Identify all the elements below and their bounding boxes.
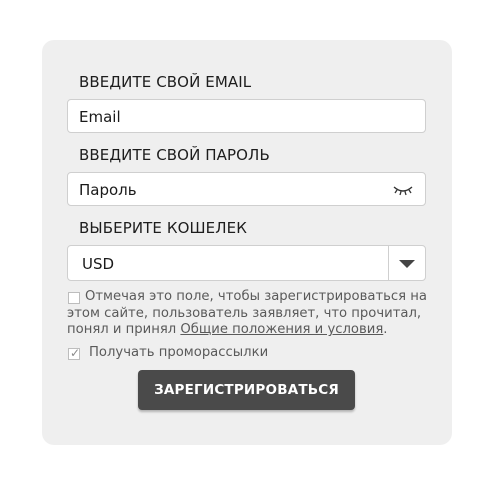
- password-field[interactable]: Пароль: [67, 172, 426, 206]
- email-placeholder: Email: [79, 108, 121, 126]
- email-label: ВВЕДИТЕ СВОЙ EMAIL: [79, 73, 252, 91]
- terms-text: Отмечая это поле, чтобы зарегистрировать…: [67, 289, 437, 339]
- terms-link[interactable]: Общие положения и условия: [180, 322, 383, 337]
- register-button[interactable]: ЗАРЕГИСТРИРОВАТЬСЯ: [138, 370, 355, 410]
- eye-closed-icon[interactable]: [393, 183, 413, 197]
- chevron-down-icon[interactable]: [399, 260, 415, 268]
- wallet-select[interactable]: USD: [67, 245, 426, 281]
- password-placeholder: Пароль: [79, 181, 137, 199]
- wallet-label: ВЫБЕРИТЕ КОШЕЛЕК: [79, 219, 247, 237]
- promo-checkbox[interactable]: ✓: [68, 346, 81, 360]
- promo-label: Получать проморассылки: [89, 345, 269, 360]
- check-icon: ✓: [70, 346, 81, 360]
- wallet-selected-value: USD: [82, 255, 115, 273]
- registration-panel: ВВЕДИТЕ СВОЙ EMAIL Email ВВЕДИТЕ СВОЙ ПА…: [42, 40, 452, 445]
- select-divider: [388, 246, 389, 280]
- email-field[interactable]: Email: [67, 99, 426, 133]
- password-label: ВВЕДИТЕ СВОЙ ПАРОЛЬ: [79, 146, 270, 164]
- terms-text-end: .: [383, 322, 388, 337]
